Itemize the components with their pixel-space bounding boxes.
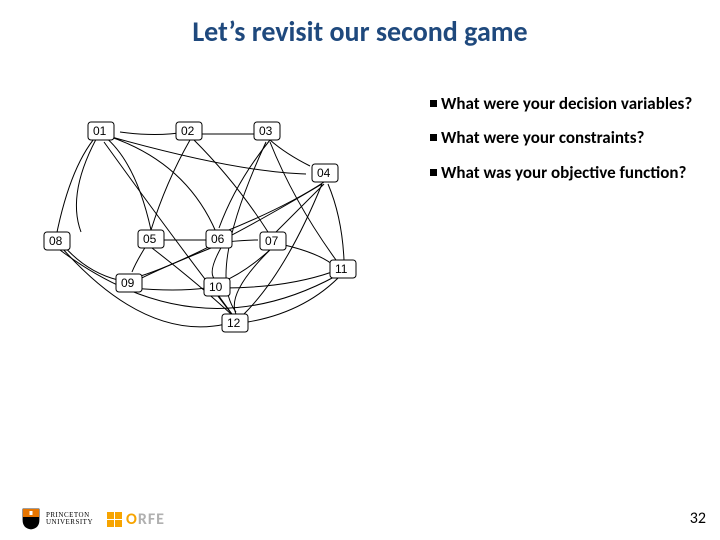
node-11: 11 [330,260,356,278]
slide: Let’s revisit our second game [0,0,720,540]
orfe-squares-icon [107,512,122,527]
bullet-icon [430,134,437,141]
node-10: 10 [204,278,230,296]
svg-text:08: 08 [49,234,63,248]
svg-text:11: 11 [335,262,348,276]
node-06: 06 [206,230,232,248]
node-07: 07 [260,232,286,250]
bullet-icon [430,169,437,176]
node-04: 04 [312,164,338,182]
bullet-item: What were your constraints? [430,128,700,148]
node-03: 03 [254,122,280,140]
bullet-list: What were your decision variables? What … [430,94,700,197]
svg-text:10: 10 [209,280,223,294]
bullet-text: What was your objective function? [441,163,700,183]
svg-text:06: 06 [211,232,225,246]
svg-text:12: 12 [227,316,241,330]
princeton-shield-icon [22,508,40,530]
bullet-item: What was your objective function? [430,163,700,183]
node-12: 12 [222,314,248,332]
node-01: 01 [88,122,114,140]
orfe-logo: ORFE [107,510,165,529]
princeton-line2: UNIVERSITY [46,519,93,526]
svg-text:02: 02 [181,124,195,138]
footer: PRINCETON UNIVERSITY ORFE [22,508,165,530]
svg-text:01: 01 [93,124,107,138]
bullet-item: What were your decision variables? [430,94,700,114]
graph-edges [56,132,344,327]
svg-text:07: 07 [265,234,279,248]
bullet-text: What were your constraints? [441,128,700,148]
svg-text:05: 05 [143,232,157,246]
node-02: 02 [176,122,202,140]
node-09: 09 [116,274,142,292]
orfe-letter-o: O [126,510,138,529]
node-08: 08 [44,232,70,250]
bullet-icon [430,100,437,107]
slide-title: Let’s revisit our second game [0,14,720,49]
graph-figure: 01 02 03 04 05 06 07 08 09 10 11 12 [26,92,406,352]
bullet-text: What were your decision variables? [441,94,700,114]
orfe-letters-rfe: RFE [138,510,165,529]
page-number: 32 [690,509,706,528]
svg-text:04: 04 [317,166,331,180]
svg-text:09: 09 [121,276,135,290]
princeton-wordmark: PRINCETON UNIVERSITY [46,512,93,526]
svg-text:03: 03 [259,124,273,138]
node-05: 05 [138,230,164,248]
